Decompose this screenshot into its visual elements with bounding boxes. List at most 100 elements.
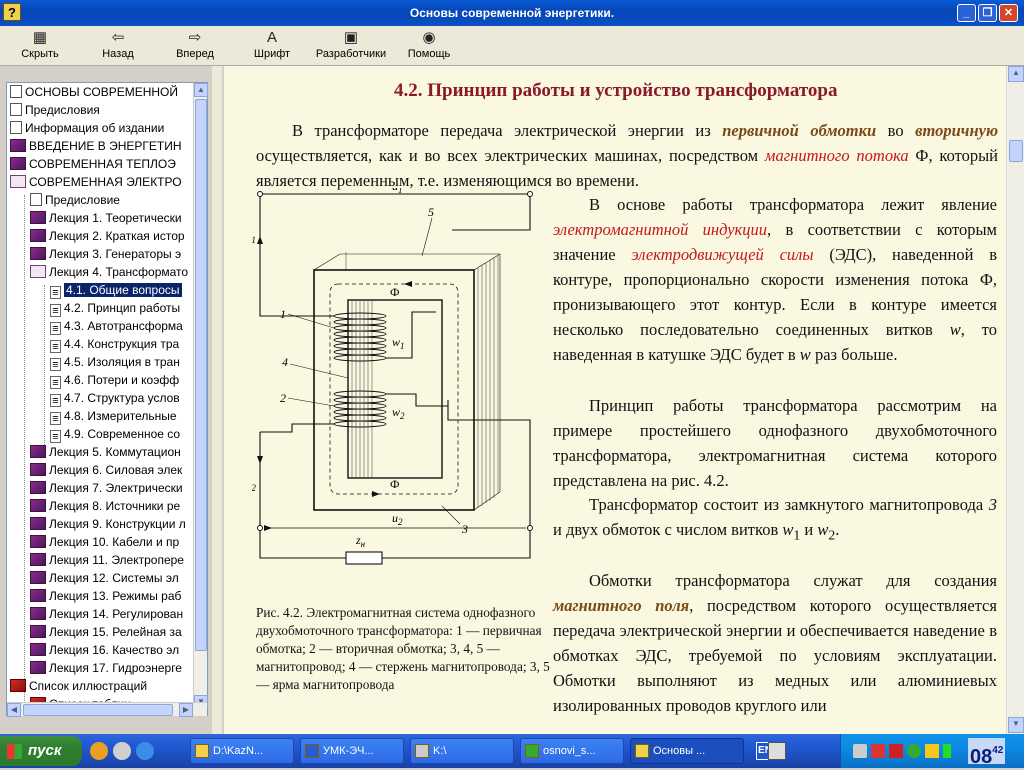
tree-item[interactable]: Лекция 17. Гидроэнерге — [30, 659, 182, 677]
tree-item-label: Лекция 9. Конструкции л — [49, 517, 186, 531]
tree-item-label: СОВРЕМЕННАЯ ТЕПЛОЭ — [29, 157, 176, 171]
drive-icon — [415, 744, 429, 758]
tree-item[interactable]: Лекция 9. Конструкции л — [30, 515, 186, 533]
tree-vertical-scrollbar[interactable]: ▲ ▼ — [193, 83, 208, 709]
content-scroll-down-button[interactable]: ▼ — [1008, 717, 1024, 733]
close-button[interactable]: ✕ — [999, 4, 1018, 22]
scroll-up-button[interactable]: ▲ — [194, 83, 208, 97]
tree-item[interactable]: Лекция 5. Коммутацион — [30, 443, 181, 461]
document-icon: ≡ — [50, 340, 61, 353]
tree-item[interactable]: СОВРЕМЕННАЯ ТЕПЛОЭ — [10, 155, 176, 173]
tree-item[interactable]: ≡ 4.1. Общие вопросы — [50, 281, 182, 299]
figure-caption: Рис. 4.2. Электромагнитная система одноф… — [256, 605, 550, 692]
forward-button[interactable]: ⇨ Вперед — [172, 28, 218, 60]
start-button[interactable]: пуск — [0, 736, 82, 766]
tree-item[interactable]: ВВЕДЕНИЕ В ЭНЕРГЕТИН — [10, 137, 182, 155]
tree-item[interactable]: ≡ 4.9. Современное со — [50, 425, 180, 443]
taskbar-item[interactable]: osnovi_s... — [520, 738, 624, 764]
book-icon — [30, 463, 46, 476]
tree-item[interactable]: Лекция 15. Релейная за — [30, 623, 182, 641]
tree-item[interactable]: Лекция 2. Краткая истор — [30, 227, 185, 245]
tree-item[interactable]: ≡ 4.6. Потери и коэфф — [50, 371, 179, 389]
tree-item[interactable]: Лекция 7. Электрически — [30, 479, 183, 497]
tree-item-label: 4.3. Автотрансформа — [64, 319, 183, 333]
tree-item[interactable]: Лекция 1. Теоретически — [30, 209, 182, 227]
font-button[interactable]: A Шрифт — [250, 28, 294, 60]
clock[interactable]: 0842 — [968, 738, 1006, 768]
content-scroll-thumb[interactable] — [1009, 140, 1023, 162]
tree-item-label: 4.7. Структура услов — [64, 391, 180, 405]
term-link[interactable]: электромагнитной индукции — [553, 220, 767, 239]
document-icon: ≡ — [50, 376, 61, 389]
volume-icon[interactable] — [853, 744, 867, 758]
developers-button[interactable]: ▣ Разработчики — [312, 28, 390, 60]
internet-explorer-icon[interactable] — [136, 742, 154, 760]
tree-item[interactable]: ≡ 4.3. Автотрансформа — [50, 317, 183, 335]
tree-item[interactable]: Лекция 10. Кабели и пр — [30, 533, 179, 551]
tree-horizontal-scrollbar[interactable]: ◀ ▶ — [7, 702, 207, 717]
tray-status-icon[interactable] — [907, 744, 921, 758]
tree-item[interactable]: СОВРЕМЕННАЯ ЭЛЕКТРО — [10, 173, 182, 191]
tree-item[interactable]: Лекция 4. Трансформато — [30, 263, 188, 281]
pane-splitter[interactable] — [212, 66, 222, 734]
taskbar-item-active[interactable]: Основы ... — [630, 738, 744, 764]
tree-item[interactable]: Информация об издании — [10, 119, 164, 137]
maximize-button[interactable]: ❐ — [978, 4, 997, 22]
tree-item[interactable]: ≡ 4.2. Принцип работы — [50, 299, 180, 317]
tree-item[interactable]: ≡ 4.8. Измерительные — [50, 407, 177, 425]
tree-item-label: Список иллюстраций — [29, 679, 148, 693]
battery-icon[interactable] — [943, 744, 951, 758]
term-link[interactable]: вторичную — [915, 121, 998, 140]
tree-item[interactable]: ≡ 4.5. Изоляция в тран — [50, 353, 180, 371]
quicklaunch-icon[interactable] — [90, 742, 108, 760]
tree-item[interactable]: ОСНОВЫ СОВРЕМЕННОЙ — [10, 83, 178, 101]
hide-button[interactable]: ▦ Скрыть — [18, 28, 62, 60]
archive-icon — [525, 744, 539, 758]
tree-item[interactable]: Предисловия — [10, 101, 100, 119]
help-button[interactable]: ◉ Помощь — [404, 28, 454, 60]
tree-item-label: 4.4. Конструкция тра — [64, 337, 180, 351]
scroll-thumb[interactable] — [195, 99, 207, 651]
scroll-right-button[interactable]: ▶ — [179, 703, 193, 717]
term-link[interactable]: магнитного поля — [553, 596, 689, 615]
term-link[interactable]: первичной обмотки — [722, 121, 876, 140]
back-button[interactable]: ⇦ Назад — [96, 28, 140, 60]
term-link[interactable]: магнитного потока — [765, 146, 909, 165]
minimize-button[interactable]: _ — [957, 4, 976, 22]
tree-item[interactable]: ≡ 4.4. Конструкция тра — [50, 335, 179, 353]
taskbar-item[interactable]: D:\KazN... — [190, 738, 294, 764]
tree-item[interactable]: ≡ 4.7. Структура услов — [50, 389, 180, 407]
help-label: Помощь — [407, 48, 451, 60]
tree-item[interactable]: Лекция 8. Источники ре — [30, 497, 180, 515]
fig-label-3: 3 — [461, 522, 468, 536]
quicklaunch-icon[interactable] — [113, 742, 131, 760]
tree-item[interactable]: Список иллюстраций — [10, 677, 147, 695]
tree-item[interactable]: Лекция 13. Режимы раб — [30, 587, 181, 605]
app-help-icon[interactable]: ? — [3, 3, 21, 21]
forward-label: Вперед — [176, 48, 214, 60]
antivirus-icon[interactable] — [889, 744, 903, 758]
scroll-left-button[interactable]: ◀ — [7, 703, 21, 717]
taskbar-item[interactable]: K:\ — [410, 738, 514, 764]
tree-item[interactable]: Лекция 3. Генераторы э — [30, 245, 181, 263]
tree-item[interactable]: Лекция 6. Силовая элек — [30, 461, 182, 479]
contents-tree[interactable]: ОСНОВЫ СОВРЕМЕННОЙ Предисловия Информация … — [6, 82, 208, 716]
content-vertical-scrollbar[interactable]: ▲ ▼ — [1006, 66, 1024, 734]
hscroll-thumb[interactable] — [23, 704, 173, 716]
tree-item[interactable]: Лекция 12. Системы эл — [30, 569, 179, 587]
tray-app-icon[interactable] — [925, 744, 939, 758]
tree-item-label: 4.8. Измерительные — [64, 409, 177, 423]
keyboard-icon[interactable] — [768, 742, 786, 760]
network-icon[interactable] — [871, 744, 885, 758]
tree-item[interactable]: Лекция 16. Качество эл — [30, 641, 179, 659]
window-titlebar[interactable]: ? Основы современной энергетики. _ ❐ ✕ — [0, 0, 1024, 26]
taskbar-item[interactable]: УМК-ЭЧ... — [300, 738, 404, 764]
folder-icon — [195, 744, 209, 758]
term-link[interactable]: электродвижущей силы — [631, 245, 813, 264]
content-scroll-up-button[interactable]: ▲ — [1008, 66, 1024, 82]
tree-item[interactable]: Предисловие — [30, 191, 120, 209]
tree-item[interactable]: Лекция 11. Электропере — [30, 551, 184, 569]
tree-item[interactable]: Лекция 14. Регулирован — [30, 605, 183, 623]
tree-item-label: 4.5. Изоляция в тран — [64, 355, 180, 369]
tree-item-label: Лекция 14. Регулирован — [49, 607, 184, 621]
